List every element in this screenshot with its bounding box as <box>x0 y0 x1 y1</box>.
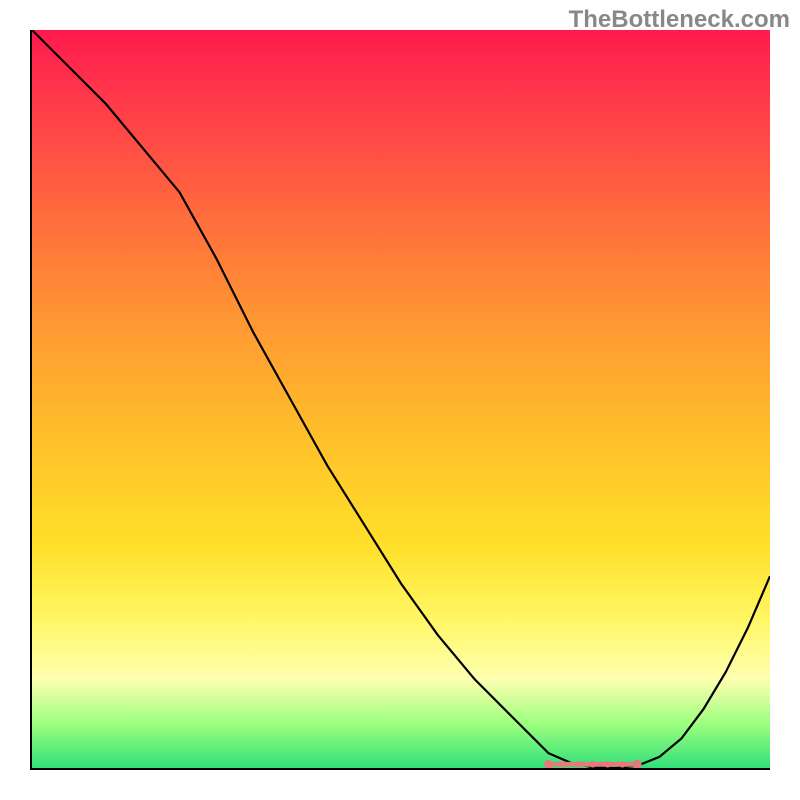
optimum-marker-dot <box>590 761 596 767</box>
optimum-marker-dot <box>633 760 642 768</box>
optimum-marker-dot <box>604 761 610 767</box>
optimum-marker-dot <box>544 760 553 768</box>
watermark-text: TheBottleneck.com <box>569 6 790 34</box>
optimum-markers <box>544 760 642 768</box>
bottleneck-curve-line <box>32 30 770 768</box>
chart-container: TheBottleneck.com <box>0 0 800 800</box>
plot-area <box>30 30 770 770</box>
optimum-marker-dot <box>575 761 581 767</box>
optimum-marker-dot <box>560 761 566 767</box>
optimum-marker-dot <box>619 761 625 767</box>
chart-svg <box>32 30 770 768</box>
